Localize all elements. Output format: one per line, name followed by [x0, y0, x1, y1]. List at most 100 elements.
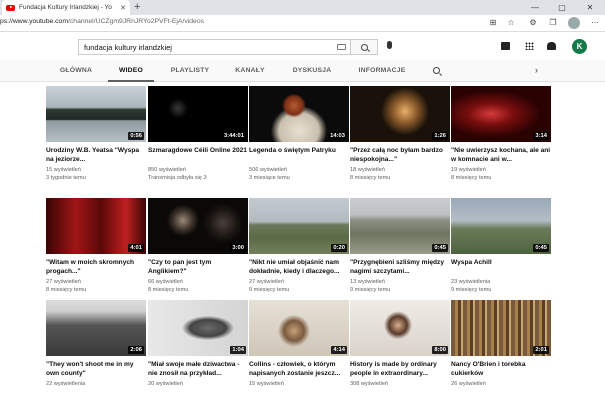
video-title[interactable]: Wyspa Achill — [451, 259, 551, 268]
video-duration-badge: 3:44:01 — [222, 132, 246, 140]
notifications-bell-icon[interactable] — [547, 42, 556, 50]
video-duration-badge: 2:01 — [533, 346, 549, 354]
video-age: 9 miesięcy temu — [249, 287, 290, 293]
video-thumbnail[interactable]: 0:56 — [46, 86, 146, 142]
video-card[interactable]: 2:01 Nancy O'Brien i torebka cukierków 26 … — [451, 300, 551, 400]
video-views: 15 wyświetleń — [46, 167, 81, 173]
video-thumbnail[interactable]: 14:03 — [249, 86, 349, 142]
video-views: 19 wyświetleń — [451, 167, 486, 173]
video-thumbnail[interactable]: 0:45 — [350, 198, 450, 254]
video-thumbnail[interactable]: 3:00 — [148, 198, 248, 254]
more-menu-icon[interactable]: ⋯ — [590, 18, 600, 28]
video-thumbnail[interactable]: 4:14 — [249, 300, 349, 356]
tab-videos[interactable]: WIDEO — [108, 60, 154, 82]
apps-icon[interactable]: ⊞ — [488, 18, 498, 28]
new-tab-button[interactable]: + — [134, 1, 140, 14]
favorite-star-icon[interactable]: ☆ — [506, 18, 516, 28]
video-title[interactable]: "Przygnębieni szliśmy między nagimi szcz… — [350, 259, 450, 276]
minimize-button[interactable]: — — [525, 0, 545, 15]
close-tab-icon[interactable]: ✕ — [120, 4, 126, 12]
video-views: 23 wyświetlenia — [451, 279, 491, 285]
video-thumbnail[interactable]: 2:06 — [46, 300, 146, 356]
video-thumbnail[interactable]: 1:26 — [350, 86, 450, 142]
search-icon — [360, 43, 368, 51]
browser-tab[interactable]: Fundacja Kultury Irlandzkiej - Yo ✕ — [2, 0, 130, 15]
youtube-favicon-icon — [6, 4, 15, 11]
tab-playlists[interactable]: PLAYLISTY — [168, 60, 212, 82]
video-title[interactable]: "Przez całą noc byłam bardzo niespokojna… — [350, 147, 450, 164]
video-card[interactable]: 1:26 "Przez całą noc byłam bardzo niespok… — [350, 86, 450, 186]
video-title[interactable]: Collins - człowiek, o którym napisanych … — [249, 361, 349, 378]
video-age: 9 miesięcy temu — [350, 287, 391, 293]
video-duration-badge: 0:56 — [128, 132, 144, 140]
video-card[interactable]: 4:14 Collins - człowiek, o którym napisan… — [249, 300, 349, 400]
maximize-button[interactable]: ▢ — [552, 0, 572, 15]
video-age: 9 miesięcy temu — [451, 287, 492, 293]
apps-grid-icon[interactable] — [525, 42, 534, 50]
search-input[interactable]: fundacja kultury irlandzkiej — [78, 39, 350, 55]
video-thumbnail[interactable]: 0:20 — [249, 198, 349, 254]
video-views: 27 wyświetleń — [46, 279, 81, 285]
video-title[interactable]: History is made by ordinary people in ex… — [350, 361, 450, 378]
url-path: /channel/UCZgm9JRnJRYo2PVFt-EjA/videos — [68, 18, 205, 25]
video-card[interactable]: 2:06 "They won't shoot me in my own count… — [46, 300, 146, 400]
tab-home[interactable]: GŁÓWNA — [56, 60, 96, 82]
video-thumbnail[interactable]: 4:01 — [46, 198, 146, 254]
video-grid: 0:56 Urodziny W.B. Yeatsa "Wyspa na jezio… — [0, 82, 605, 387]
tab-discussion[interactable]: DYSKUSJA — [290, 60, 334, 82]
channel-search-button[interactable] — [433, 67, 440, 74]
video-card[interactable]: 4:01 "Witam w moich skromnych progach..."… — [46, 198, 146, 298]
video-thumbnail[interactable]: 3:14 — [451, 86, 551, 142]
collections-icon[interactable]: ❐ — [548, 18, 558, 28]
video-duration-badge: 4:14 — [331, 346, 347, 354]
video-title[interactable]: "Czy to pan jest tym Anglikiem?" — [148, 259, 248, 276]
video-title[interactable]: "Miał swoje małe dziwactwa - nie znosił … — [148, 361, 248, 378]
microphone-icon[interactable] — [387, 41, 392, 49]
video-thumbnail[interactable]: 1:04 — [148, 300, 248, 356]
video-title[interactable]: "Nie uwierzysz kochana, ale ani w komnac… — [451, 147, 551, 164]
video-thumbnail[interactable]: 0:45 — [451, 198, 551, 254]
video-title[interactable]: "Nikt nie umiał objaśnić nam dokładnie, … — [249, 259, 349, 276]
video-age: 8 miesięcy temu — [451, 175, 492, 181]
tab-channels[interactable]: KANAŁY — [232, 60, 268, 82]
create-video-icon[interactable] — [501, 42, 510, 50]
video-thumbnail[interactable]: 8:00 — [350, 300, 450, 356]
tab-about[interactable]: INFORMACJE — [356, 60, 408, 82]
keyboard-icon[interactable] — [337, 44, 346, 50]
video-thumbnail[interactable]: 2:01 — [451, 300, 551, 356]
video-title[interactable]: "They won't shoot me in my own county" — [46, 361, 146, 378]
video-title[interactable]: Nancy O'Brien i torebka cukierków — [451, 361, 551, 378]
video-duration-badge: 2:06 — [128, 346, 144, 354]
video-duration-badge: 1:04 — [230, 346, 246, 354]
video-card[interactable]: 0:20 "Nikt nie umiał objaśnić nam dokładn… — [249, 198, 349, 298]
video-age: 3 miesiące temu — [249, 175, 290, 181]
video-card[interactable]: 8:00 History is made by ordinary people i… — [350, 300, 450, 400]
video-title[interactable]: Szmaragdowe Céili Online 2021 — [148, 147, 248, 156]
video-title[interactable]: "Witam w moich skromnych progach..." — [46, 259, 146, 276]
chevron-right-icon[interactable]: › — [535, 65, 538, 75]
close-window-button[interactable]: ✕ — [580, 0, 600, 15]
search-query: fundacja kultury irlandzkiej — [84, 43, 172, 52]
account-avatar[interactable]: K — [572, 39, 587, 54]
video-card[interactable]: 0:45 "Przygnębieni szliśmy między nagimi … — [350, 198, 450, 298]
video-duration-badge: 3:00 — [230, 244, 246, 252]
video-age: 8 miesięcy temu — [148, 287, 189, 293]
video-title[interactable]: Urodziny W.B. Yeatsa "Wyspa na jeziorze.… — [46, 147, 146, 164]
video-card[interactable]: 0:45 Wyspa Achill 23 wyświetlenia 9 miesięc… — [451, 198, 551, 298]
video-duration-badge: 1:26 — [432, 132, 448, 140]
video-card[interactable]: 0:56 Urodziny W.B. Yeatsa "Wyspa na jezio… — [46, 86, 146, 186]
video-card[interactable]: 1:04 "Miał swoje małe dziwactwa - nie zno… — [148, 300, 248, 400]
extensions-icon[interactable]: ⚙ — [528, 18, 538, 28]
video-age: Transmisja odbyła się 3 — [148, 175, 207, 181]
browser-profile-avatar[interactable] — [568, 17, 580, 29]
video-title[interactable]: Legenda o świętym Patryku — [249, 147, 349, 156]
video-card[interactable]: 3:44:01 Szmaragdowe Céili Online 2021 850 … — [148, 86, 248, 186]
video-duration-badge: 0:45 — [533, 244, 549, 252]
video-card[interactable]: 3:14 "Nie uwierzysz kochana, ale ani w ko… — [451, 86, 551, 186]
video-card[interactable]: 14:03 Legenda o świętym Patryku 506 wyświe… — [249, 86, 349, 186]
video-card[interactable]: 3:00 "Czy to pan jest tym Anglikiem?" 66 w… — [148, 198, 248, 298]
video-thumbnail[interactable]: 3:44:01 — [148, 86, 248, 142]
video-duration-badge: 3:14 — [533, 132, 549, 140]
search-button[interactable] — [350, 39, 378, 55]
url-field[interactable]: ps://www.youtube.com/channel/UCZgm9JRnJR… — [0, 18, 204, 25]
